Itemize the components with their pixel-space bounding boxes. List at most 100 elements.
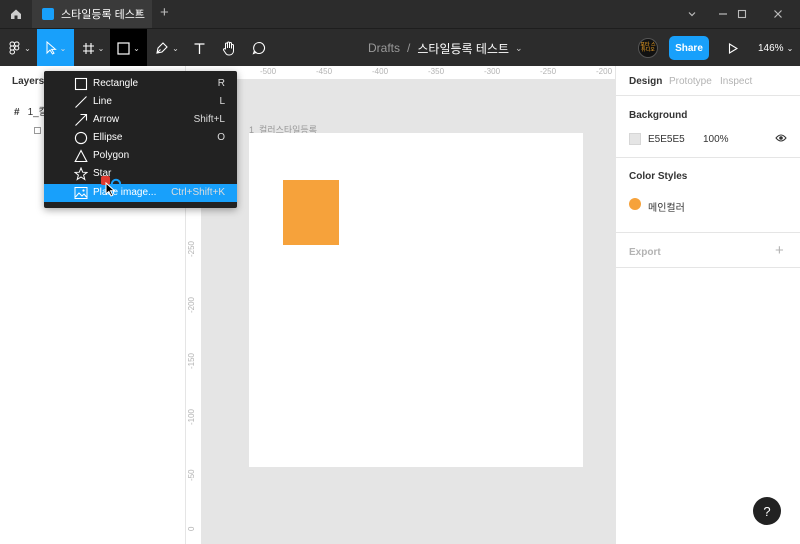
menu-item-place-image[interactable]: Place image... Ctrl+Shift+K — [44, 184, 237, 202]
arrow-icon — [75, 113, 88, 126]
color-styles-title: Color Styles — [629, 171, 688, 182]
frame-icon — [82, 42, 94, 54]
divider — [616, 95, 800, 96]
menu-item-label: Rectangle — [93, 78, 139, 89]
mouse-cursor-icon — [105, 181, 116, 200]
color-style-swatch[interactable] — [629, 198, 641, 210]
ruler-label: -300 — [484, 67, 501, 76]
pen-icon — [156, 42, 168, 54]
menu-item-shortcut: R — [217, 78, 225, 89]
ruler-label: -400 — [372, 67, 389, 76]
file-tab[interactable]: 스타일등록 테스트 ✕ — [32, 0, 152, 28]
comment-tool-button[interactable] — [246, 29, 272, 67]
figma-logo-icon — [9, 41, 20, 55]
menu-item-shortcut: O — [217, 132, 225, 143]
frame-tool-button[interactable]: ⌄ — [76, 29, 110, 67]
background-opacity[interactable]: 100% — [703, 134, 729, 145]
ruler-label: -150 — [187, 352, 196, 369]
text-icon — [194, 42, 204, 54]
file-tab-title: 스타일등록 테스트 — [61, 9, 146, 21]
file-name[interactable]: 스타일등록 테스트 — [417, 40, 509, 57]
close-window-icon[interactable] — [760, 0, 796, 28]
menu-item-arrow[interactable]: Arrow Shift+L — [44, 111, 237, 129]
home-icon[interactable] — [0, 0, 32, 28]
tab-prototype[interactable]: Prototype — [669, 76, 712, 87]
background-swatch[interactable] — [629, 133, 641, 145]
hand-tool-button[interactable] — [216, 29, 242, 67]
eye-icon[interactable] — [775, 133, 787, 146]
menu-item-star[interactable]: Star — [44, 165, 237, 183]
frame-layer-icon: # — [14, 107, 20, 118]
menu-item-shortcut: Shift+L — [193, 114, 225, 125]
menu-item-shortcut: Ctrl+Shift+K — [171, 187, 225, 198]
ellipse-icon — [74, 131, 88, 145]
background-title: Background — [629, 110, 688, 121]
move-tool-button[interactable]: ⌄ — [37, 29, 74, 67]
polygon-icon — [74, 149, 88, 163]
layers-title: Layers — [12, 76, 45, 87]
tab-design[interactable]: Design — [629, 76, 662, 87]
pen-tool-button[interactable]: ⌄ — [150, 29, 184, 67]
menu-item-label: Arrow — [93, 114, 120, 125]
ruler-label: -500 — [260, 67, 277, 76]
export-add-button[interactable]: + — [775, 242, 784, 259]
color-style-name[interactable]: 메인컬러 — [648, 199, 685, 214]
divider — [616, 232, 800, 233]
line-icon — [75, 96, 87, 108]
divider — [616, 157, 800, 158]
ruler-label: -250 — [187, 240, 196, 257]
shape-tool-button[interactable]: ⌄ — [110, 29, 147, 67]
rectangle-icon — [74, 77, 88, 91]
zoom-chevron-icon: ⌄ — [786, 43, 794, 53]
ruler-label: -350 — [428, 67, 445, 76]
orange-rectangle[interactable] — [283, 180, 339, 245]
ruler-label: 0 — [187, 526, 196, 531]
cursor-icon — [46, 41, 57, 55]
comment-icon — [252, 41, 265, 55]
figma-file-icon — [42, 8, 54, 20]
play-icon — [728, 42, 738, 54]
text-tool-button[interactable] — [186, 29, 212, 67]
rectangle-tool-icon — [117, 41, 130, 55]
menu-item-shortcut: L — [219, 96, 225, 107]
ruler-label: -50 — [187, 469, 196, 481]
present-button[interactable] — [724, 29, 742, 67]
menu-item-ellipse[interactable]: Ellipse O — [44, 129, 237, 147]
zoom-level: 146% — [758, 42, 784, 54]
menu-item-rectangle[interactable]: Rectangle R — [44, 75, 237, 93]
hand-icon — [222, 41, 234, 56]
export-title: Export — [629, 247, 661, 258]
background-hex[interactable]: E5E5E5 — [648, 134, 685, 145]
new-tab-button[interactable]: + — [160, 4, 169, 21]
title-bar: 스타일등록 테스트 ✕ + — [0, 0, 800, 28]
help-button[interactable]: ? — [753, 497, 781, 525]
ruler-label: -200 — [596, 67, 613, 76]
zoom-menu[interactable]: 146% ⌄ — [758, 29, 793, 67]
share-button[interactable]: Share — [669, 36, 709, 60]
breadcrumb: Drafts / 스타일등록 테스트 ⌄ — [368, 29, 523, 67]
menu-item-label: Polygon — [93, 150, 130, 161]
star-icon — [74, 167, 88, 181]
design-panel: Design Prototype Inspect Background E5E5… — [615, 66, 800, 544]
toolbar: ⌄ ⌄ ⌄ ⌄ ⌄ Drafts / 스타일등록 테스트 ⌄ 포타 스튜디오 S… — [0, 28, 800, 67]
menu-item-label: Ellipse — [93, 132, 123, 143]
breadcrumb-separator: / — [407, 41, 411, 55]
tab-inspect[interactable]: Inspect — [720, 76, 752, 87]
divider — [616, 267, 800, 268]
avatar[interactable]: 포타 스튜디오 — [638, 38, 658, 58]
ruler-label: -200 — [187, 296, 196, 313]
menu-item-line[interactable]: Line L — [44, 93, 237, 111]
menu-item-label: Line — [93, 96, 112, 107]
ruler-label: -100 — [187, 408, 196, 425]
file-menu-chevron-icon[interactable]: ⌄ — [515, 43, 523, 54]
main-menu-button[interactable]: ⌄ — [4, 29, 36, 67]
menu-item-polygon[interactable]: Polygon — [44, 147, 237, 165]
maximize-icon[interactable] — [724, 0, 760, 28]
shape-dropdown-menu: Rectangle R Line L Arrow Shift+L Ellipse… — [44, 71, 237, 208]
breadcrumb-folder[interactable]: Drafts — [368, 41, 400, 55]
ruler-label: -450 — [316, 67, 333, 76]
ruler-label: -250 — [540, 67, 557, 76]
close-tab-icon[interactable]: ✕ — [134, 6, 144, 20]
layer-row-frame[interactable]: #1_칼 — [14, 103, 48, 118]
rectangle-layer-icon[interactable] — [34, 127, 41, 134]
